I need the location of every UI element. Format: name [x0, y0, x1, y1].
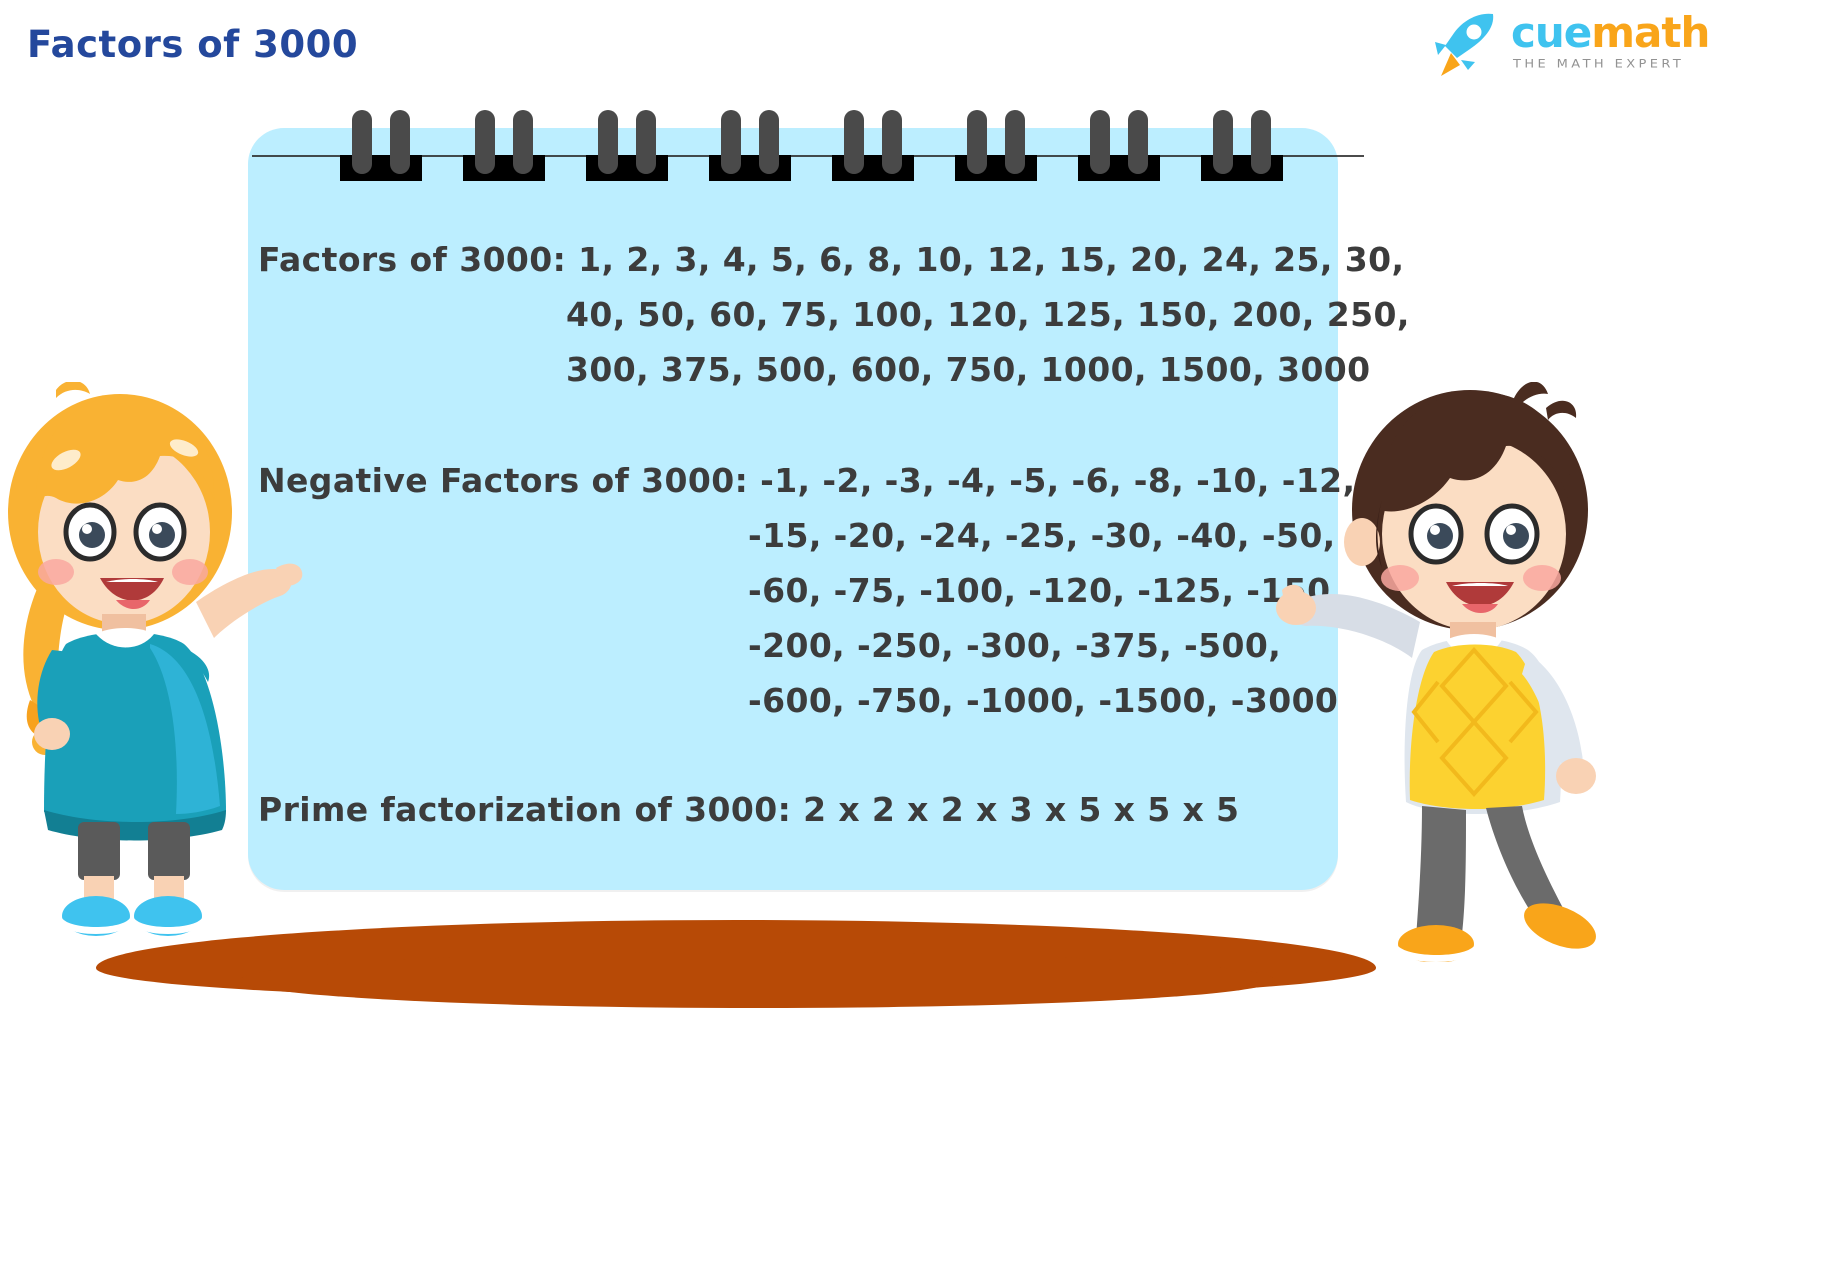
spiral-ring — [721, 110, 741, 174]
brand-tagline: THE MATH EXPERT — [1513, 58, 1685, 71]
prime-factorization-block: Prime factorization of 3000: 2 x 2 x 2 x… — [258, 782, 1358, 837]
negative-factors-block: Negative Factors of 3000: -1, -2, -3, -4… — [258, 453, 1358, 728]
positive-factors-line-1: Factors of 3000: 1, 2, 3, 4, 5, 6, 8, 10… — [258, 240, 1405, 279]
negative-factors-line-5: -600, -750, -1000, -1500, -3000 — [748, 681, 1339, 720]
spiral-ring — [967, 110, 987, 174]
spiral-ring — [352, 110, 372, 174]
spiral-ring — [1251, 110, 1271, 174]
spiral-ring — [882, 110, 902, 174]
negative-factors-line-1: Negative Factors of 3000: -1, -2, -3, -4… — [258, 461, 1356, 500]
brand-wordmark: cuemath — [1511, 12, 1710, 54]
negative-factors-line-3: -60, -75, -100, -120, -125, -150, — [748, 571, 1344, 610]
page-title: Factors of 3000 — [27, 23, 359, 66]
spiral-ring — [844, 110, 864, 174]
brand-name-cue: cue — [1511, 8, 1592, 57]
positive-factors-block: Factors of 3000: 1, 2, 3, 4, 5, 6, 8, 10… — [258, 232, 1410, 397]
spiral-ring-pair — [1078, 110, 1160, 181]
rocket-icon — [1435, 13, 1494, 76]
spiral-ring — [475, 110, 495, 174]
negative-factors-line-4: -200, -250, -300, -375, -500, — [748, 626, 1282, 665]
spiral-ring — [636, 110, 656, 174]
spiral-ring-pair — [340, 110, 422, 181]
negative-factors-line-2: -15, -20, -24, -25, -30, -40, -50, — [748, 516, 1336, 555]
spiral-ring — [598, 110, 618, 174]
spiral-ring-pair — [463, 110, 545, 181]
spiral-ring — [1213, 110, 1233, 174]
spiral-ring-pair — [955, 110, 1037, 181]
spiral-ring — [759, 110, 779, 174]
ground-shadow-secondary — [240, 952, 1275, 1008]
spiral-ring — [1005, 110, 1025, 174]
spiral-ring — [513, 110, 533, 174]
positive-factors-line-2: 40, 50, 60, 75, 100, 120, 125, 150, 200,… — [566, 295, 1410, 334]
spiral-ring-pair — [832, 110, 914, 181]
notepad-content: Factors of 3000: 1, 2, 3, 4, 5, 6, 8, 10… — [258, 232, 1410, 837]
spiral-ring-pair — [709, 110, 791, 181]
brand-name-math: math — [1591, 8, 1710, 57]
boy-character-illustration — [1276, 382, 1596, 962]
spiral-ring — [390, 110, 410, 174]
spiral-ring-pair — [586, 110, 668, 181]
page-root: Factors of 3000 cuemath THE MATH EXPERT … — [0, 0, 1843, 1275]
spiral-ring — [1090, 110, 1110, 174]
cuemath-logo[interactable]: cuemath THE MATH EXPERT — [1407, 6, 1827, 84]
positive-factors-line-3: 300, 375, 500, 600, 750, 1000, 1500, 300… — [566, 350, 1371, 389]
girl-character-illustration — [8, 382, 303, 936]
spiral-ring-pair — [1201, 110, 1283, 181]
spiral-binding — [248, 110, 1338, 181]
spiral-ring — [1128, 110, 1148, 174]
prime-factorization-line: Prime factorization of 3000: 2 x 2 x 2 x… — [258, 790, 1240, 829]
